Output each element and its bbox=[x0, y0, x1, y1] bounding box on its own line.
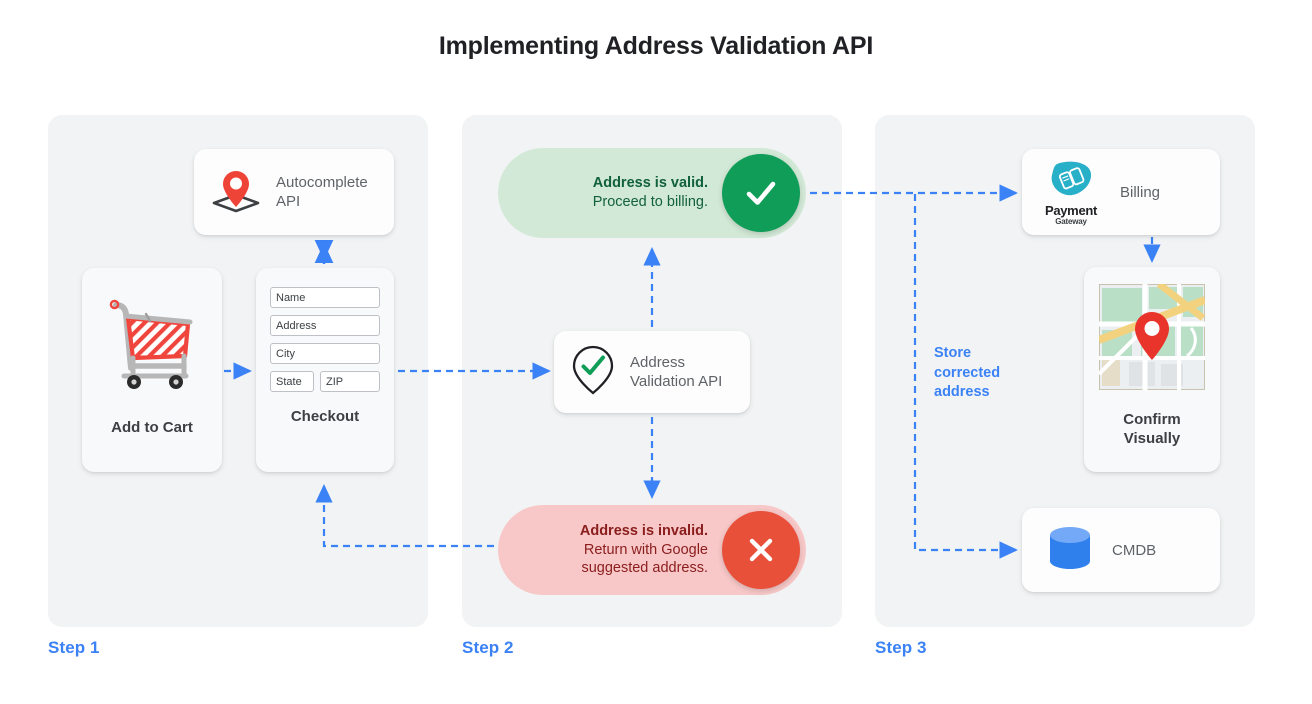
check-icon bbox=[722, 154, 800, 232]
confirm-visually-card[interactable]: Confirm Visually bbox=[1084, 267, 1220, 472]
state-field[interactable]: State bbox=[270, 371, 314, 392]
address-validation-api-card[interactable]: Address Validation API bbox=[554, 331, 750, 413]
database-cylinder-icon bbox=[1044, 522, 1096, 579]
diagram-canvas: Implementing Address Validation API Auto… bbox=[0, 0, 1312, 704]
map-pin-diamond-icon bbox=[206, 161, 266, 224]
page-title: Implementing Address Validation API bbox=[438, 32, 874, 60]
cmdb-card[interactable]: CMDB bbox=[1022, 508, 1220, 592]
city-field[interactable]: City bbox=[270, 343, 380, 364]
autocomplete-api-label: Autocomplete API bbox=[276, 173, 368, 210]
step-2-label: Step 2 bbox=[462, 638, 514, 657]
cmdb-label: CMDB bbox=[1112, 541, 1157, 559]
payment-gateway-icon: Payment Gateway bbox=[1036, 159, 1106, 226]
address-validation-api-label: Address Validation API bbox=[630, 353, 723, 390]
name-field[interactable]: Name bbox=[270, 287, 380, 308]
checkout-caption: Checkout bbox=[290, 408, 360, 425]
address-valid-text: Address is valid. Proceed to billing. bbox=[592, 175, 708, 210]
address-valid-pill: Address is valid. Proceed to billing. bbox=[498, 148, 806, 238]
step-1-label: Step 1 bbox=[48, 638, 100, 657]
add-to-cart-card[interactable]: Add to Cart bbox=[82, 268, 222, 472]
address-field[interactable]: Address bbox=[270, 315, 380, 336]
map-thumbnail-icon bbox=[1097, 281, 1207, 395]
zip-field[interactable]: ZIP bbox=[320, 371, 380, 392]
store-corrected-address-label: Store corrected address bbox=[934, 345, 1001, 401]
address-invalid-text: Address is invalid. Return with Google s… bbox=[579, 522, 708, 577]
billing-card[interactable]: Payment Gateway Billing bbox=[1022, 149, 1220, 235]
address-invalid-pill: Address is invalid. Return with Google s… bbox=[498, 505, 806, 595]
payment-gateway-word1: Payment bbox=[1044, 202, 1098, 218]
state-zip-row: State ZIP bbox=[270, 371, 380, 392]
autocomplete-api-card[interactable]: Autocomplete API bbox=[194, 149, 394, 235]
confirm-visually-caption: Confirm Visually bbox=[1123, 411, 1181, 447]
step-3-label: Step 3 bbox=[875, 638, 927, 657]
checkout-card[interactable]: Name Address City State ZIP Checkout bbox=[256, 268, 394, 472]
payment-gateway-word2: Gateway bbox=[1055, 216, 1087, 226]
pin-check-icon bbox=[568, 341, 618, 404]
shopping-cart-icon bbox=[100, 288, 204, 397]
billing-label: Billing bbox=[1120, 183, 1161, 201]
close-x-icon bbox=[722, 511, 800, 589]
add-to-cart-caption: Add to Cart bbox=[111, 419, 193, 436]
